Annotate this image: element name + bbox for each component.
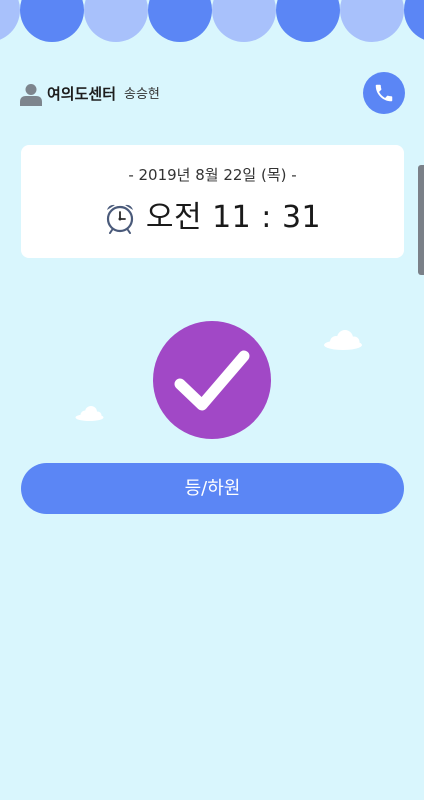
checkmark-icon xyxy=(174,350,250,411)
awning-scallop xyxy=(0,0,20,42)
edge-scroll-handle[interactable] xyxy=(418,165,424,275)
awning-decoration xyxy=(0,0,424,42)
cloud-icon xyxy=(75,406,104,421)
call-button[interactable] xyxy=(363,72,405,114)
date-time-card: - 2019년 8월 22일 (목) - 오전 11 : 31 xyxy=(21,145,404,258)
center-name: 여의도센터 xyxy=(47,85,117,103)
attendance-status-check xyxy=(153,321,271,439)
awning-scallop xyxy=(212,0,276,42)
awning-scallop xyxy=(20,0,84,42)
time-row: 오전 11 : 31 xyxy=(21,197,404,239)
header: 여의도센터 송승현 xyxy=(0,70,424,118)
awning-scallop xyxy=(404,0,424,42)
phone-icon xyxy=(375,84,393,102)
awning-scallop xyxy=(340,0,404,42)
awning-scallop xyxy=(148,0,212,42)
user-name: 송승현 xyxy=(124,87,160,102)
user-icon xyxy=(20,84,42,106)
awning-scallop xyxy=(84,0,148,42)
awning-scallop xyxy=(276,0,340,42)
check-in-out-button[interactable]: 등/하원 xyxy=(21,463,404,514)
current-date: - 2019년 8월 22일 (목) - xyxy=(128,166,297,184)
alarm-clock-icon xyxy=(106,204,133,234)
current-time: 오전 11 : 31 xyxy=(145,200,322,235)
cloud-icon xyxy=(324,330,362,350)
